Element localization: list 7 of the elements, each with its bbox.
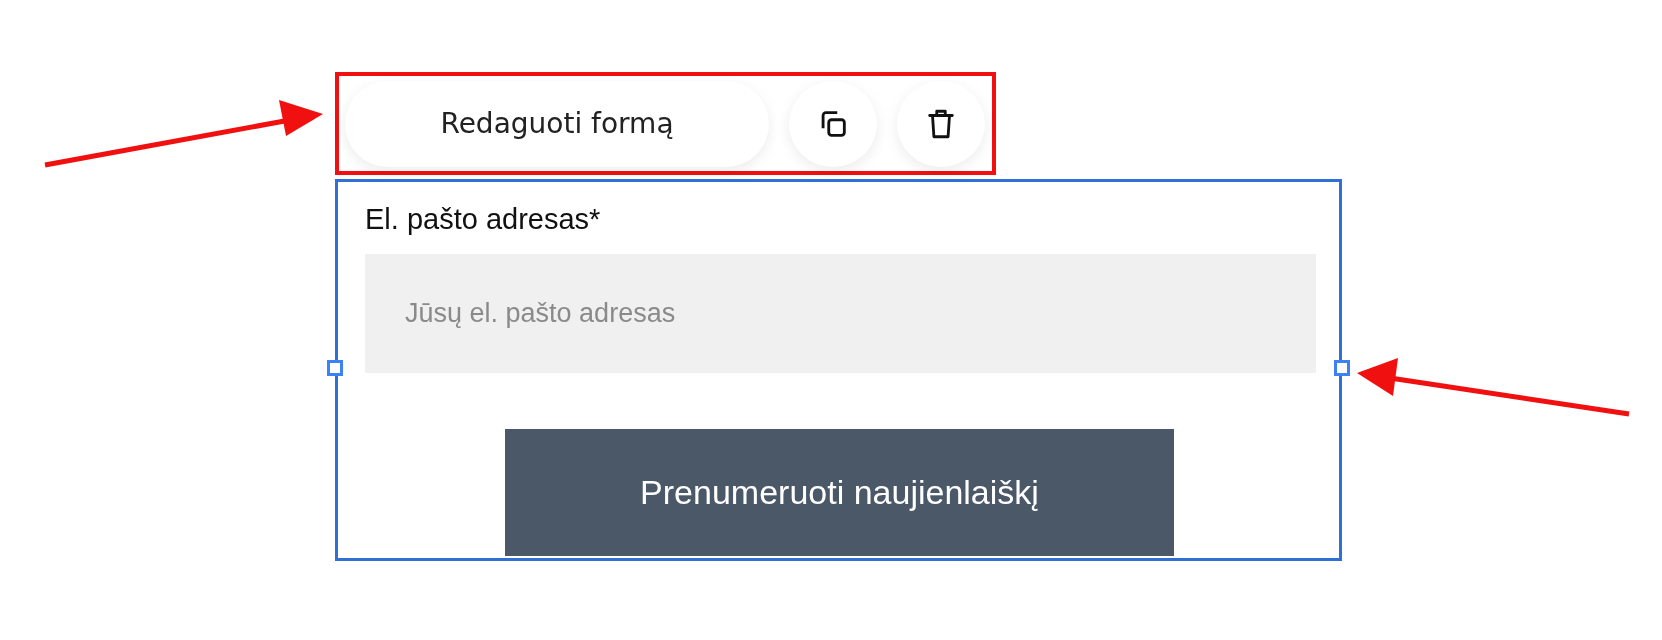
resize-handle[interactable] xyxy=(327,360,343,376)
resize-handle[interactable] xyxy=(1334,360,1350,376)
form-block[interactable]: El. pašto adresas* Jūsų el. pašto adresas Prenumeruoti naujienlaiškį xyxy=(335,179,1342,561)
email-label: El. pašto adresas* xyxy=(365,202,602,236)
email-field[interactable]: Jūsų el. pašto adresas xyxy=(365,254,1316,373)
subscribe-button[interactable]: Prenumeruoti naujienlaiškį xyxy=(505,429,1174,556)
edit-form-button[interactable]: Redaguoti formą xyxy=(345,80,769,167)
